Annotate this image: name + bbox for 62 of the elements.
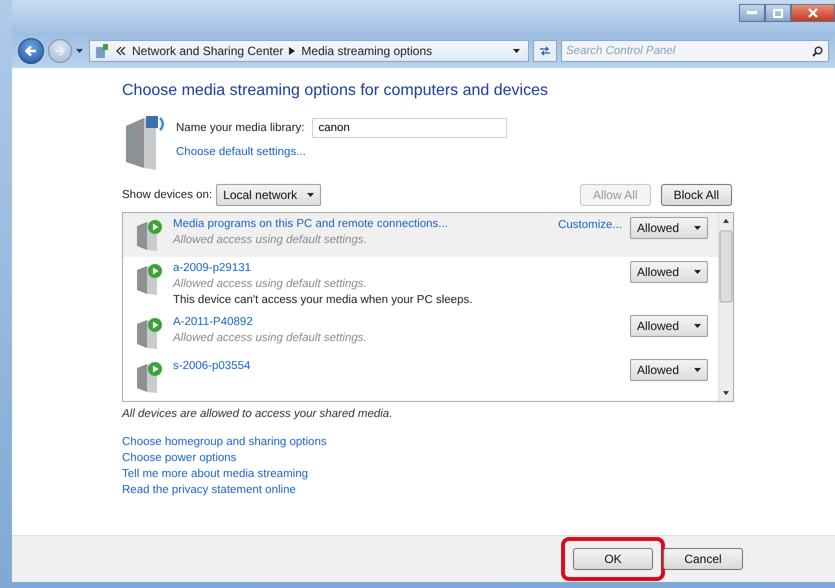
minimize-icon [747, 11, 757, 15]
caret-icon [694, 368, 701, 372]
device-note: This device can't access your media when your PC sleeps. [173, 294, 474, 306]
permission-dropdown[interactable]: Allowed [630, 359, 708, 381]
device-row[interactable]: s-2006-p03554 Allowed [123, 355, 718, 399]
device-name-link[interactable]: A-2011-P40892 [173, 316, 622, 328]
control-panel-icon [94, 43, 110, 59]
help-link[interactable]: Choose power options [122, 452, 236, 464]
device-status: Allowed access using default settings. [173, 234, 368, 246]
address-bar[interactable]: Network and Sharing Center Media streaming options [89, 40, 529, 62]
chevrons-icon [116, 47, 126, 55]
breadcrumb-arrow-icon [289, 47, 296, 55]
permission-dropdown[interactable]: Allowed [630, 217, 708, 239]
ok-button[interactable]: OK [573, 548, 653, 570]
default-settings-link[interactable]: Choose default settings... [176, 146, 508, 158]
customize-link[interactable]: Customize... [558, 219, 622, 231]
help-link[interactable]: Choose homegroup and sharing options [122, 436, 327, 448]
device-status: Allowed access using default settings. [173, 332, 368, 344]
minimize-button[interactable] [739, 4, 765, 22]
media-device-icon [135, 360, 165, 394]
permission-dropdown[interactable]: Allowed [630, 261, 708, 283]
maximize-button[interactable] [765, 4, 791, 22]
search-icon [812, 46, 823, 57]
permission-dropdown[interactable]: Allowed [630, 315, 708, 337]
caret-icon [694, 324, 701, 328]
device-status: Allowed access using default settings. [173, 278, 368, 290]
device-row[interactable]: A-2011-P40892 Allowed access using default settings. Allowed [123, 311, 718, 355]
breadcrumb[interactable]: Network and Sharing Center [132, 44, 284, 58]
cancel-button[interactable]: Cancel [663, 548, 743, 570]
dropdown-caret-icon [513, 48, 520, 54]
refresh-arrows-icon [539, 46, 551, 56]
caret-icon [307, 192, 314, 198]
media-device-icon [135, 262, 165, 296]
block-all-button[interactable]: Block All [660, 184, 732, 206]
help-link[interactable]: Read the privacy statement online [122, 484, 296, 496]
device-row[interactable]: a-2009-p29131 Allowed access using default settings. This device can't access your media when your PC sleeps. Allowed [123, 257, 718, 311]
refresh-button[interactable] [533, 40, 557, 62]
help-link[interactable]: Tell me more about media streaming [122, 468, 308, 480]
dropdown-caret-icon [76, 48, 83, 54]
search-field[interactable]: Search Control Panel [561, 40, 829, 62]
scrollbar[interactable] [718, 213, 733, 401]
breadcrumb[interactable]: Media streaming options [301, 44, 432, 58]
caret-icon [694, 226, 701, 230]
media-device-icon [135, 316, 165, 350]
close-button[interactable] [791, 4, 835, 22]
maximize-icon [773, 8, 783, 18]
library-name-field[interactable]: canon [312, 118, 508, 138]
show-devices-label: Show devices on: [122, 189, 212, 201]
arrow-left-icon [24, 44, 38, 58]
media-device-icon [135, 218, 165, 252]
device-row[interactable]: Media programs on this PC and remote connections... Allowed access using default settings. Customize... Allowed [123, 213, 718, 257]
caret-icon [694, 270, 701, 274]
device-name-link[interactable]: a-2009-p29131 [173, 262, 622, 274]
library-name-label: Name your media library: [176, 122, 304, 134]
summary-text: All devices are allowed to access your shared media. [122, 408, 394, 420]
back-button[interactable] [18, 38, 44, 64]
page-heading: Choose media streaming options for computers and devices [122, 82, 549, 100]
arrow-right-icon [54, 45, 66, 57]
device-name-link[interactable]: s-2006-p03554 [173, 360, 622, 372]
device-name-link[interactable]: Media programs on this PC and remote connections... [173, 218, 550, 230]
close-icon [808, 8, 818, 18]
network-dropdown[interactable]: Local network [216, 184, 322, 206]
